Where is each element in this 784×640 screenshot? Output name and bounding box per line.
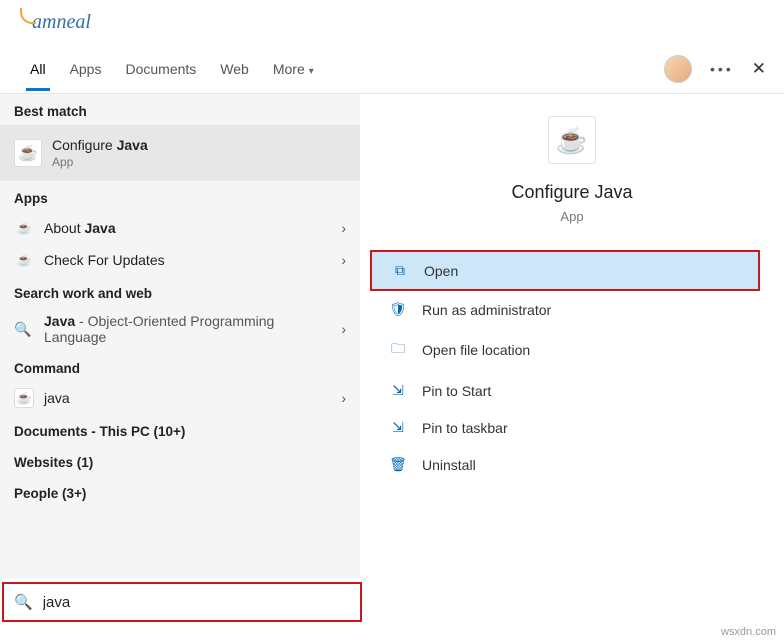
search-input[interactable] (41, 593, 350, 612)
trash-icon: 🗑 (386, 456, 410, 473)
filter-tabs: All Apps Documents Web More▾ ••• ✕ (0, 44, 784, 94)
section-search-web: Search work and web (0, 276, 360, 307)
search-icon: 🔍 (14, 321, 34, 338)
java-small-icon: ☕ (14, 250, 34, 270)
java-large-icon: ☕ (548, 116, 596, 164)
java-icon: ☕ (14, 139, 42, 167)
section-people[interactable]: People (3+) (0, 476, 360, 507)
close-icon[interactable]: ✕ (752, 59, 766, 79)
open-icon: ⧉ (388, 262, 412, 279)
tab-all[interactable]: All (18, 47, 58, 91)
pin-start-icon: ⇲ (386, 382, 410, 399)
section-best-match: Best match (0, 94, 360, 125)
web-search-java[interactable]: 🔍 Java - Object-Oriented Programming Lan… (0, 307, 360, 351)
action-open[interactable]: ⧉ Open (370, 250, 760, 291)
chevron-right-icon: › (341, 252, 346, 268)
tab-apps[interactable]: Apps (58, 47, 114, 91)
brand-bar: amneal (0, 0, 784, 44)
action-pin-taskbar[interactable]: ⇲ Pin to taskbar (370, 409, 760, 446)
best-match-result[interactable]: ☕ Configure Java App (0, 125, 360, 181)
tab-documents[interactable]: Documents (113, 47, 208, 91)
chevron-right-icon: › (341, 390, 346, 406)
brand-name: amneal (32, 11, 91, 34)
tab-more[interactable]: More▾ (261, 47, 326, 91)
action-pin-start[interactable]: ⇲ Pin to Start (370, 372, 760, 409)
pin-taskbar-icon: ⇲ (386, 419, 410, 436)
search-icon: 🔍 (14, 593, 33, 611)
chevron-down-icon: ▾ (309, 66, 314, 77)
tab-web[interactable]: Web (208, 47, 261, 91)
brand-swoosh-icon (20, 8, 36, 24)
best-match-title: Configure Java (52, 137, 346, 153)
search-bar[interactable]: 🔍 (2, 582, 362, 622)
watermark: wsxdn.com (721, 626, 776, 638)
apps-check-updates[interactable]: ☕ Check For Updates › (0, 244, 360, 276)
folder-icon: 🗀 (386, 338, 410, 362)
chevron-right-icon: › (341, 220, 346, 236)
section-apps: Apps (0, 181, 360, 212)
section-documents[interactable]: Documents - This PC (10+) (0, 414, 360, 445)
window-controls: ••• ✕ (664, 55, 766, 83)
detail-subtitle: App (360, 209, 784, 224)
apps-check-label: Check For Updates (44, 252, 333, 268)
apps-about-java[interactable]: ☕ About Java › (0, 212, 360, 244)
section-command: Command (0, 351, 360, 382)
best-match-subtitle: App (52, 155, 346, 169)
search-results-pane: Best match ☕ Configure Java App Apps ☕ A… (0, 94, 360, 578)
action-run-admin[interactable]: 🛡 Run as administrator (370, 291, 760, 328)
detail-pane: ☕ Configure Java App ⧉ Open 🛡 Run as adm… (360, 94, 784, 578)
detail-title: Configure Java (360, 182, 784, 203)
java-small-icon: ☕ (14, 218, 34, 238)
chevron-right-icon: › (341, 321, 346, 337)
avatar[interactable] (664, 55, 692, 83)
action-open-location[interactable]: 🗀 Open file location (370, 328, 760, 372)
more-options-icon[interactable]: ••• (710, 61, 734, 77)
admin-icon: 🛡 (386, 301, 410, 318)
command-label: java (44, 390, 333, 406)
command-java[interactable]: ☕ java › (0, 382, 360, 414)
action-uninstall[interactable]: 🗑 Uninstall (370, 446, 760, 483)
java-small-icon: ☕ (14, 388, 34, 408)
section-websites[interactable]: Websites (1) (0, 445, 360, 476)
